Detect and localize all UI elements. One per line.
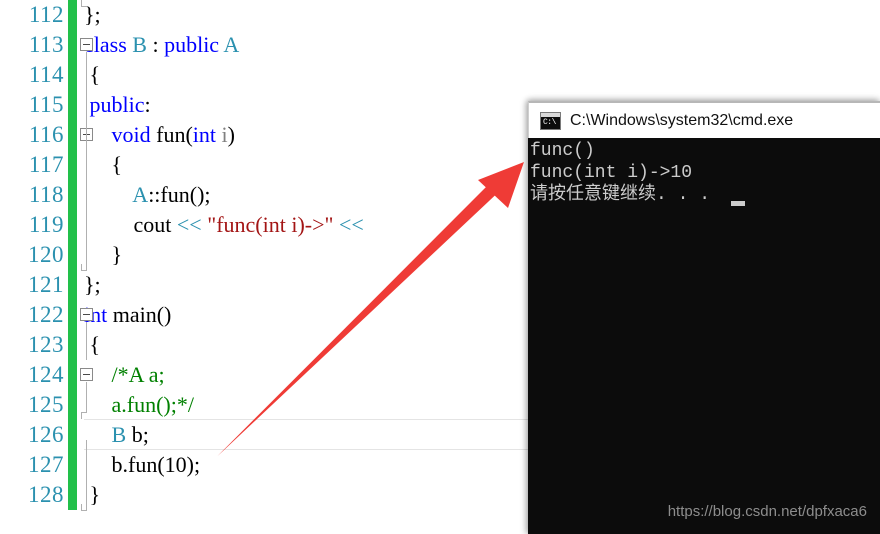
line-number: 121: [28, 272, 64, 297]
code-text: cout << "func(int i)->" <<: [84, 212, 364, 237]
code-text: b.fun(10);: [84, 452, 201, 477]
change-bar: [68, 300, 77, 330]
change-bar: [68, 330, 77, 360]
line-number: 114: [28, 62, 64, 87]
line-number: 125: [28, 392, 64, 417]
code-text: class B : public A: [84, 32, 240, 57]
change-bar: [68, 210, 77, 240]
change-bar: [68, 420, 77, 450]
fold-collapse-icon[interactable]: [80, 368, 93, 381]
line-number: 117: [28, 152, 64, 177]
line-number: 124: [28, 362, 64, 387]
line-number: 116: [28, 122, 64, 147]
change-bar: [68, 90, 77, 120]
code-text: /*A a;: [111, 362, 165, 387]
change-bar: [68, 390, 77, 420]
code-text: public:: [89, 92, 151, 117]
code-text: A::fun();: [132, 182, 211, 207]
cmd-icon: C:\: [540, 111, 561, 130]
console-cursor: [731, 201, 745, 206]
code-text: };: [84, 272, 101, 297]
change-bar: [68, 120, 77, 150]
change-bar: [68, 60, 77, 90]
line-number: 126: [28, 422, 64, 447]
change-bar: [68, 240, 77, 270]
change-bar: [68, 0, 77, 30]
line-number: 112: [28, 2, 64, 27]
indent-guide: [86, 382, 87, 412]
console-output-line: func(int i)->10: [530, 163, 693, 183]
line-number: 122: [28, 302, 64, 327]
indent-guide: [86, 440, 87, 510]
change-bar: [68, 30, 77, 60]
cmd-console-window[interactable]: C:\ C:\Windows\system32\cmd.exe func() f…: [528, 101, 880, 534]
fold-bracket-start-icon: [81, 412, 87, 419]
console-title-bar[interactable]: C:\ C:\Windows\system32\cmd.exe: [528, 101, 880, 138]
screenshot-root: 112 }; 113 class B : public A 114 { 115 …: [0, 0, 880, 534]
code-text: {: [111, 152, 123, 177]
code-text: a.fun();*/: [111, 392, 194, 417]
fold-bracket-end-icon: [81, 0, 87, 7]
line-number: 123: [28, 332, 64, 357]
code-line[interactable]: 112 };: [0, 0, 880, 30]
change-bar: [68, 150, 77, 180]
code-text: int main(): [84, 302, 172, 327]
console-output-line: 请按任意键继续. . .: [530, 185, 711, 205]
line-number: 120: [28, 242, 64, 267]
change-bar: [68, 480, 77, 510]
console-output-area[interactable]: func() func(int i)->10 请按任意键继续. . . http…: [528, 138, 880, 534]
line-number: 115: [28, 92, 64, 117]
code-line[interactable]: 113 class B : public A: [0, 30, 880, 60]
fold-collapse-icon[interactable]: [80, 38, 93, 51]
line-number: 118: [28, 182, 64, 207]
fold-collapse-icon[interactable]: [80, 308, 93, 321]
line-number: 113: [28, 32, 64, 57]
indent-guide: [86, 52, 87, 270]
watermark-text: https://blog.csdn.net/dpfxaca6: [667, 503, 867, 520]
change-bar: [68, 180, 77, 210]
indent-guide: [86, 322, 87, 360]
line-number: 128: [28, 482, 64, 507]
code-text: }: [111, 242, 123, 267]
fold-bracket-end-icon: [81, 504, 87, 511]
change-bar: [68, 360, 77, 390]
line-number: 127: [28, 452, 64, 477]
change-bar: [68, 270, 77, 300]
line-number: 119: [28, 212, 64, 237]
cmd-icon-prompt-text: C:\: [543, 117, 556, 127]
cmd-icon-titlebar-stripe: [541, 112, 560, 117]
console-output-line: func(): [530, 141, 595, 161]
change-bar: [68, 450, 77, 480]
code-text: void fun(int i): [111, 122, 235, 147]
code-line[interactable]: 114 {: [0, 60, 880, 90]
console-title-text: C:\Windows\system32\cmd.exe: [570, 111, 794, 129]
